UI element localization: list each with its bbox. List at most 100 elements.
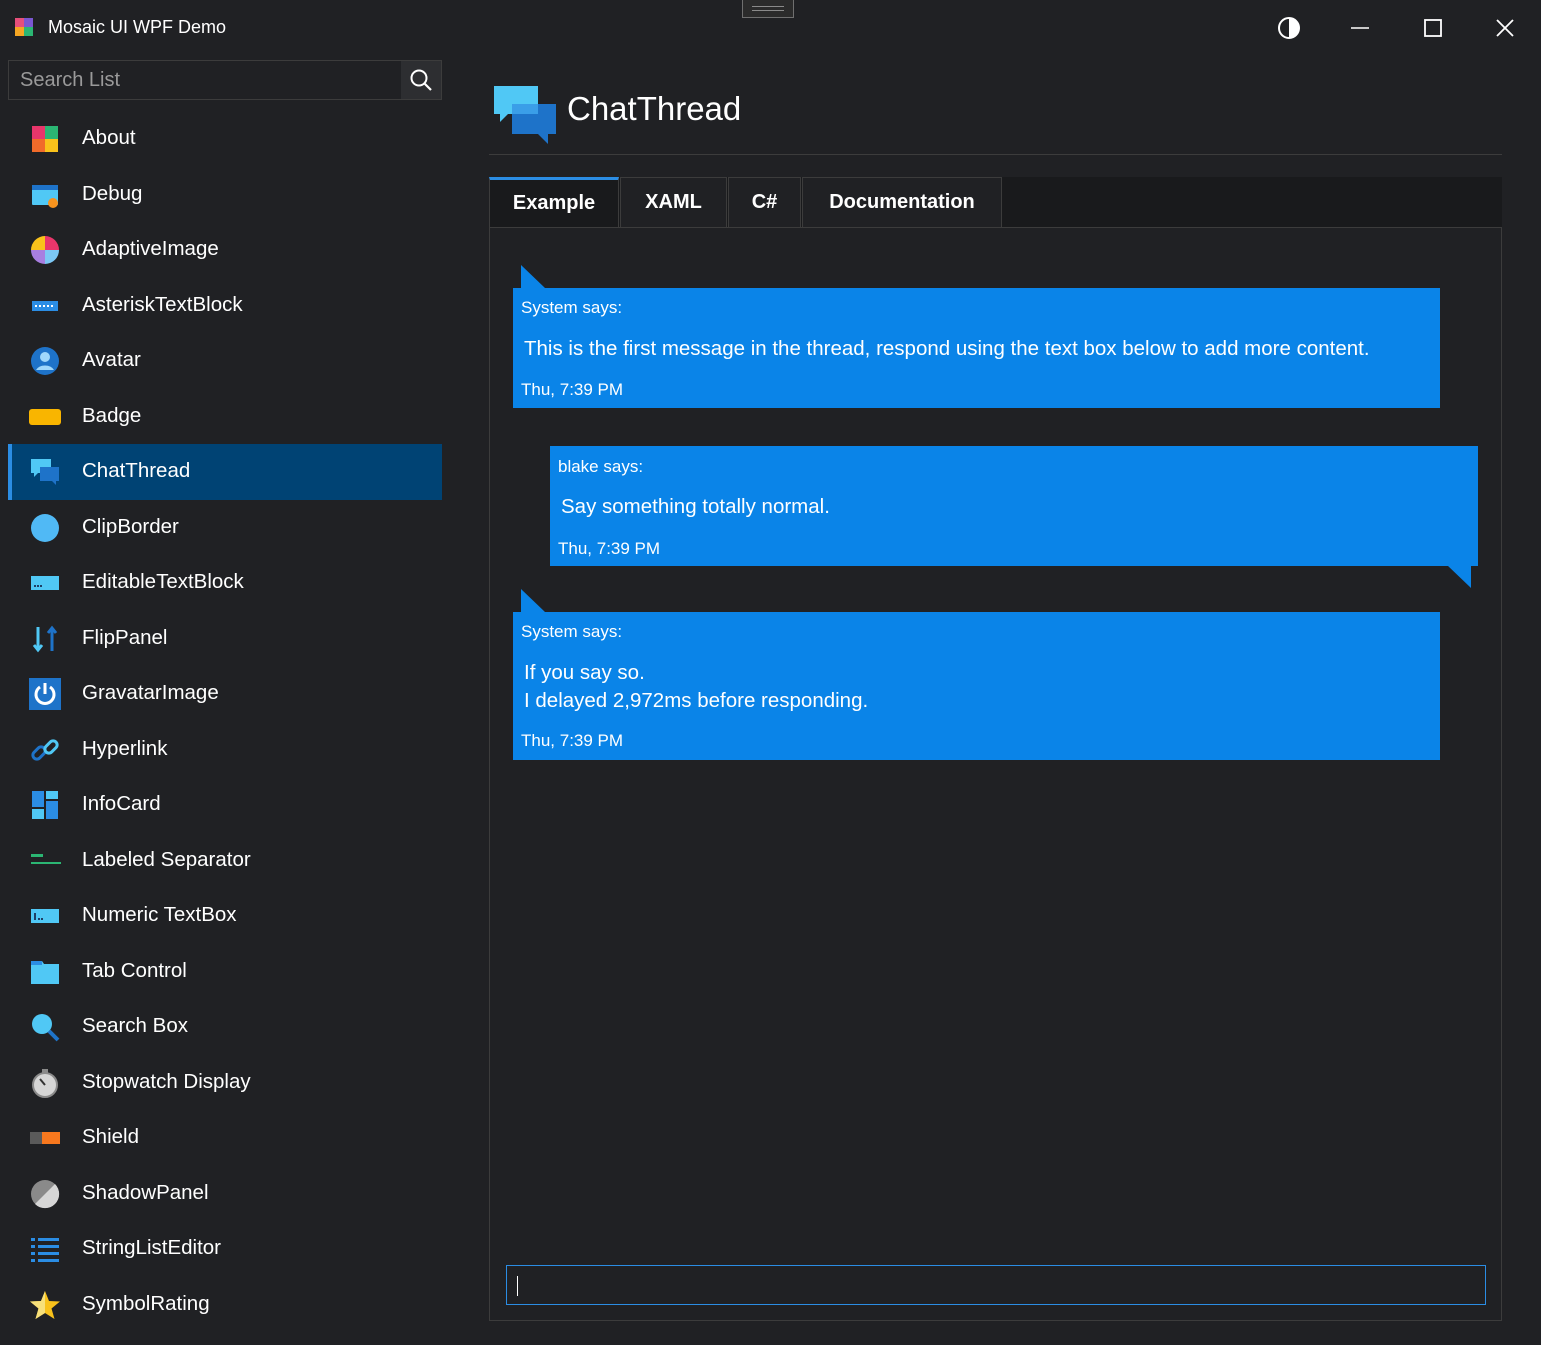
sidebar-item-gravatarimage[interactable]: GravatarImage (8, 666, 442, 722)
sidebar-item-search-box[interactable]: Search Box (8, 999, 442, 1055)
nav-list: About Debug AdaptiveImage AsteriskTextBl… (8, 111, 442, 1332)
title-bar: Mosaic UI WPF Demo (0, 0, 1541, 56)
sidebar-item-label: InfoCard (82, 792, 161, 815)
stopwatch-icon (32, 1068, 58, 1098)
search-icon[interactable] (401, 61, 441, 99)
sidebar-item-chatthread[interactable]: ChatThread (8, 444, 442, 500)
sidebar-item-tab-control[interactable]: Tab Control (8, 944, 442, 1000)
sidebar-item-label: Labeled Separator (82, 847, 251, 871)
search-input[interactable] (9, 61, 399, 99)
sidebar-item-label: StringListEditor (82, 1236, 222, 1259)
sidebar-item-label: ShadowPanel (82, 1180, 209, 1204)
sidebar-item-symbolrating[interactable]: SymbolRating (8, 1277, 442, 1333)
sidebar-item-label: Numeric TextBox (82, 903, 237, 926)
link-icon (31, 738, 59, 761)
sidebar-item-stringlisteditor[interactable]: StringListEditor (8, 1221, 442, 1277)
magnifier-icon (32, 1014, 60, 1042)
shadow-circle-icon (31, 1179, 60, 1208)
message-time: Thu, 7:39 PM (558, 539, 661, 558)
contrast-icon[interactable] (1269, 8, 1309, 48)
sidebar: About Debug AdaptiveImage AsteriskTextBl… (0, 56, 450, 1345)
sidebar-item-label: Tab Control (82, 958, 187, 982)
sidebar-item-label: FlipPanel (82, 625, 168, 649)
bubble-tail (521, 589, 545, 612)
tab-xaml[interactable]: XAML (620, 177, 727, 227)
sidebar-item-stopwatch-display[interactable]: Stopwatch Display (8, 1055, 442, 1111)
page-title: ChatThread (567, 90, 742, 127)
sidebar-item-adaptiveimage[interactable]: AdaptiveImage (8, 222, 442, 278)
circle-icon (31, 513, 59, 542)
sidebar-item-infocard[interactable]: InfoCard (8, 777, 442, 833)
color-wheel-icon (31, 236, 59, 264)
message-sender: System says: (521, 298, 623, 317)
sidebar-item-debug[interactable]: Debug (8, 167, 442, 223)
search-box (8, 60, 442, 100)
chat-message: System says: This is the first message i… (513, 288, 1440, 408)
tab-strip: Example XAML C# Documentation (489, 177, 1502, 227)
sidebar-item-label: EditableTextBlock (82, 570, 244, 593)
text-caret (517, 1276, 518, 1296)
maximize-icon[interactable] (1413, 8, 1453, 48)
sidebar-item-label: ChatThread (82, 459, 191, 482)
password-field-icon (32, 300, 58, 311)
sidebar-item-labeled-separator[interactable]: Labeled Separator (8, 833, 442, 889)
message-sender: blake says: (558, 457, 644, 476)
app-logo-icon (15, 18, 33, 36)
sidebar-item-clipborder[interactable]: ClipBorder (8, 500, 442, 556)
reply-input[interactable] (507, 1266, 1485, 1304)
tab-documentation[interactable]: Documentation (802, 177, 1002, 227)
sidebar-item-label: ClipBorder (82, 514, 179, 538)
window-title: Mosaic UI WPF Demo (48, 17, 227, 37)
message-text: If you say so. (524, 661, 645, 684)
bubble-tail (1447, 565, 1471, 588)
message-time: Thu, 7:39 PM (521, 731, 624, 750)
sidebar-item-shield[interactable]: Shield (8, 1110, 442, 1166)
star-icon (30, 1290, 60, 1319)
reply-box (506, 1265, 1486, 1305)
sidebar-item-asterisktextblock[interactable]: AsteriskTextBlock (8, 278, 442, 334)
sidebar-item-avatar[interactable]: Avatar (8, 333, 442, 389)
sidebar-item-label: Badge (82, 403, 142, 427)
chat-bubbles-icon (31, 459, 59, 485)
dashboard-icon (32, 791, 58, 819)
sidebar-item-label: Shield (82, 1125, 139, 1148)
message-text: Say something totally normal. (561, 495, 830, 518)
sidebar-item-hyperlink[interactable]: Hyperlink (8, 722, 442, 778)
tab-example[interactable]: Example (489, 177, 619, 227)
close-icon[interactable] (1485, 8, 1525, 48)
bubble-tail (521, 265, 545, 288)
sidebar-item-numeric-textbox[interactable]: Numeric TextBox (8, 888, 442, 944)
badge-icon (29, 408, 61, 425)
sidebar-item-label: GravatarImage (82, 681, 219, 704)
sidebar-item-label: Debug (82, 181, 143, 205)
folder-tab-icon (31, 960, 59, 984)
flip-arrows-icon (32, 625, 58, 652)
sidebar-item-label: Stopwatch Display (82, 1069, 251, 1093)
sidebar-item-label: Avatar (82, 348, 141, 371)
sidebar-item-flippanel[interactable]: FlipPanel (8, 611, 442, 667)
mosaic-icon (32, 126, 58, 152)
drag-handle[interactable] (742, 0, 794, 18)
separator-icon (31, 853, 61, 864)
sidebar-item-editabletextblock[interactable]: EditableTextBlock (8, 555, 442, 611)
message-text: I delayed 2,972ms before responding. (524, 689, 869, 712)
sidebar-item-label: SymbolRating (82, 1291, 210, 1315)
sidebar-item-label: AsteriskTextBlock (82, 292, 243, 316)
numeric-field-icon (31, 909, 59, 923)
chat-bubbles-icon (494, 86, 556, 144)
sidebar-item-shadowpanel[interactable]: ShadowPanel (8, 1166, 442, 1222)
avatar-icon (31, 347, 59, 375)
header-divider (489, 154, 1502, 155)
tab-csharp[interactable]: C# (728, 177, 801, 227)
sidebar-item-badge[interactable]: Badge (8, 389, 442, 445)
list-icon (31, 1238, 59, 1262)
sidebar-item-label: About (82, 126, 136, 149)
sidebar-item-label: Hyperlink (82, 736, 168, 760)
minimize-icon[interactable] (1340, 8, 1380, 48)
message-text: This is the first message in the thread,… (524, 337, 1370, 360)
sidebar-item-label: AdaptiveImage (82, 237, 219, 260)
sidebar-item-about[interactable]: About (8, 111, 442, 167)
power-icon (29, 678, 61, 710)
debug-window-icon (32, 184, 58, 208)
message-time: Thu, 7:39 PM (521, 380, 624, 399)
